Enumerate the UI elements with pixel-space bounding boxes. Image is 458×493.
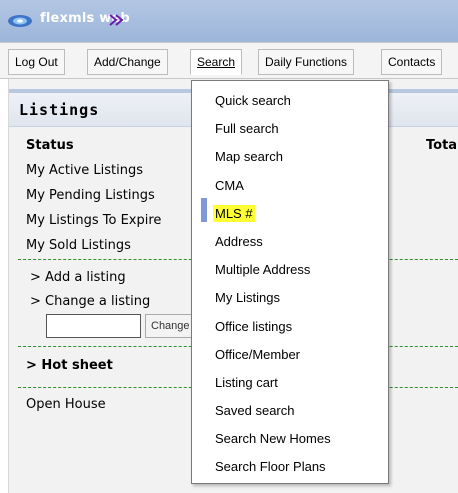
search-item-cma[interactable]: CMA <box>215 178 244 193</box>
main-menu-bar: Log Out Add/Change Search Daily Function… <box>0 42 458 79</box>
search-item-my-listings[interactable]: My Listings <box>215 290 280 305</box>
status-label: Status <box>26 138 74 153</box>
menu-add-change[interactable]: Add/Change <box>87 49 168 75</box>
listing-number-input[interactable] <box>46 314 141 338</box>
link-my-pending-listings[interactable]: My Pending Listings <box>26 188 155 203</box>
search-item-office-member[interactable]: Office/Member <box>215 347 300 362</box>
search-item-search-new-homes[interactable]: Search New Homes <box>215 431 331 446</box>
panel-title: Listings <box>19 101 100 119</box>
app-title-bar: flexmls web <box>0 0 458 42</box>
mls-number-highlight: MLS # <box>213 205 255 222</box>
link-open-house[interactable]: Open House <box>26 397 106 412</box>
menu-daily-functions[interactable]: Daily Functions <box>258 49 355 75</box>
search-item-mls-number[interactable]: MLS # <box>213 205 255 222</box>
search-item-saved-search[interactable]: Saved search <box>215 403 295 418</box>
search-item-office-listings[interactable]: Office listings <box>215 319 292 334</box>
search-item-listing-cart[interactable]: Listing cart <box>215 375 278 390</box>
change-listing-button[interactable]: Change <box>145 314 195 338</box>
menu-log-out[interactable]: Log Out <box>8 49 65 75</box>
search-dropdown-menu: Quick search Full search Map search CMA … <box>191 80 389 484</box>
menu-contacts[interactable]: Contacts <box>381 49 443 75</box>
link-my-listings-to-expire[interactable]: My Listings To Expire <box>26 213 161 228</box>
app-title-flexmls: flexmls <box>40 11 95 26</box>
selection-marker <box>201 198 207 222</box>
link-add-listing[interactable]: > Add a listing <box>30 270 126 285</box>
link-change-listing[interactable]: > Change a listing <box>30 294 150 309</box>
total-label: Tota <box>426 138 458 153</box>
flexmls-logo-icon <box>8 15 32 27</box>
expand-arrows-icon[interactable] <box>108 13 126 27</box>
link-my-sold-listings[interactable]: My Sold Listings <box>26 238 131 253</box>
search-item-quick-search[interactable]: Quick search <box>215 93 291 108</box>
search-item-multiple-address[interactable]: Multiple Address <box>215 262 310 277</box>
menu-search[interactable]: Search <box>190 49 243 75</box>
search-item-full-search[interactable]: Full search <box>215 121 279 136</box>
search-item-map-search[interactable]: Map search <box>215 149 283 164</box>
link-my-active-listings[interactable]: My Active Listings <box>26 163 143 178</box>
search-item-search-floor-plans[interactable]: Search Floor Plans <box>215 459 326 474</box>
link-hot-sheet[interactable]: > Hot sheet <box>26 358 113 373</box>
search-item-address[interactable]: Address <box>215 234 263 249</box>
